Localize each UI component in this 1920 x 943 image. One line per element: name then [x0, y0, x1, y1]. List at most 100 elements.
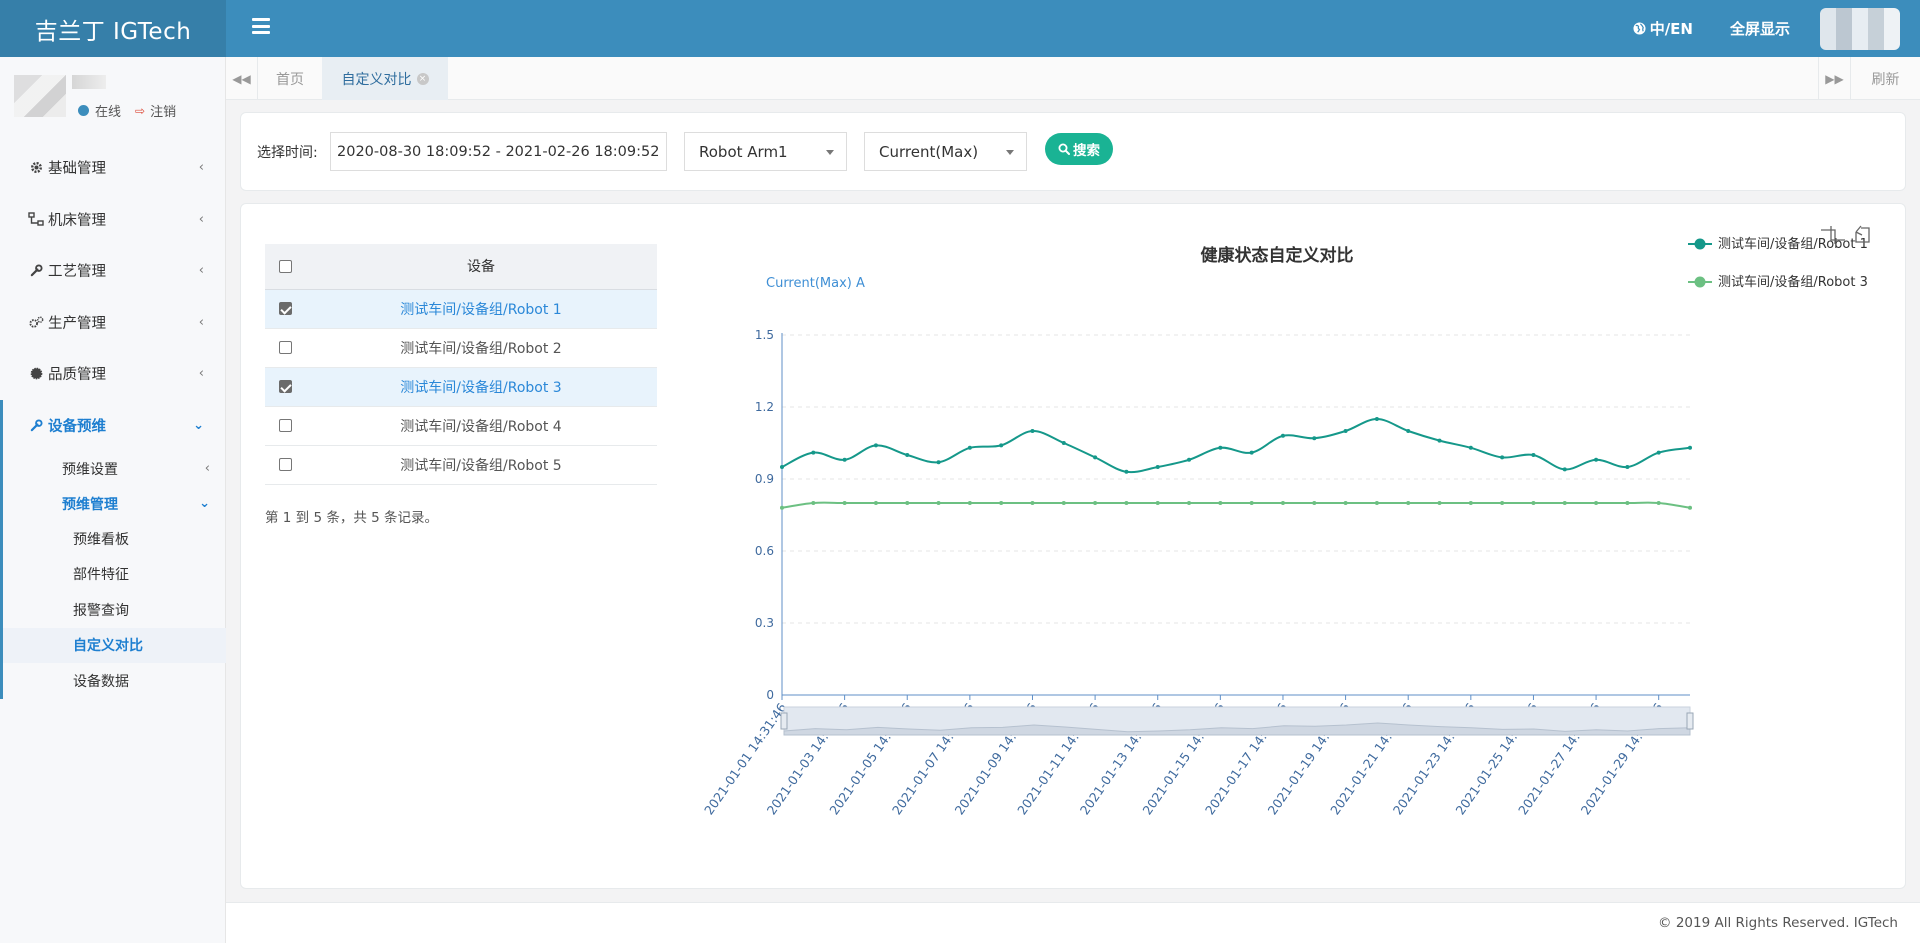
legend-label[interactable]: 测试车间/设备组/Robot 1 [1718, 236, 1868, 252]
series-point[interactable] [1218, 445, 1223, 450]
series-point[interactable] [936, 501, 941, 505]
sidebar-item-machine[interactable]: 机床管理 ‹ [0, 194, 226, 246]
sidebar-item-basic[interactable]: 基础管理 ‹ [0, 142, 226, 194]
series-point[interactable] [1531, 501, 1536, 505]
sidebar-item-maint-settings[interactable]: 预维设置 ‹ [3, 451, 226, 486]
slider-handle-left[interactable] [780, 712, 788, 730]
series-point[interactable] [1594, 501, 1599, 505]
series-point[interactable] [1343, 501, 1348, 505]
series-point[interactable] [1656, 450, 1661, 455]
series-point[interactable] [1374, 417, 1379, 421]
sidebar-item-process[interactable]: 工艺管理 ‹ [0, 245, 226, 297]
series-point[interactable] [999, 443, 1004, 448]
series-point[interactable] [1562, 501, 1567, 505]
series-point[interactable] [1124, 501, 1129, 505]
sidebar-toggle-icon[interactable] [252, 18, 270, 34]
page-tabs: ◀◀ 首页 自定义对比 × ▶▶ 刷新 [226, 57, 1920, 100]
series-point[interactable] [1625, 465, 1630, 469]
series-point[interactable] [1374, 501, 1379, 505]
series-point[interactable] [1093, 455, 1098, 460]
series-point[interactable] [1406, 429, 1411, 433]
sidebar-item-part-features[interactable]: 部件特征 [3, 557, 226, 593]
series-point[interactable] [1030, 501, 1035, 505]
series-point[interactable] [1061, 441, 1066, 445]
search-button[interactable]: 搜索 [1045, 133, 1113, 165]
tab-scroll-right-icon[interactable]: ▶▶ [1818, 57, 1850, 100]
slider-handle-right[interactable] [1686, 712, 1694, 730]
series-point[interactable] [1187, 457, 1192, 462]
refresh-button[interactable]: 刷新 [1850, 57, 1920, 100]
series-point[interactable] [999, 501, 1004, 505]
sidebar-item-maint-dashboard[interactable]: 预维看板 [3, 521, 226, 557]
series-point[interactable] [1155, 501, 1160, 505]
series-point[interactable] [1312, 501, 1317, 505]
series-point[interactable] [873, 501, 878, 505]
metric-select[interactable]: Current(Max) [864, 132, 1027, 171]
series-point[interactable] [1124, 469, 1129, 474]
maintenance-submenu: 预维设置 ‹ 预维管理 ⌄ 预维看板 部件特征 报警查询 自定义对比 设备数据 [0, 451, 226, 699]
series-point[interactable] [1656, 501, 1661, 505]
series-point[interactable] [1406, 501, 1411, 505]
series-point[interactable] [1249, 501, 1254, 505]
tab-home[interactable]: 首页 [276, 57, 304, 100]
cogs-icon [28, 314, 44, 330]
series-point[interactable] [1187, 501, 1192, 505]
series-point[interactable] [1468, 445, 1473, 450]
series-point[interactable] [873, 443, 878, 448]
series-point[interactable] [1155, 465, 1160, 469]
sidebar-item-maint-management[interactable]: 预维管理 ⌄ [3, 486, 226, 521]
series-point[interactable] [1437, 438, 1442, 443]
logout-link[interactable]: 注销 [150, 101, 176, 120]
series-point[interactable] [936, 460, 941, 465]
series-point[interactable] [780, 465, 784, 469]
series-point[interactable] [1594, 457, 1599, 462]
series-point[interactable] [842, 501, 847, 505]
series-point[interactable] [1500, 455, 1505, 460]
user-avatar-menu[interactable] [1820, 7, 1900, 50]
series-point[interactable] [1688, 505, 1692, 510]
legend-label[interactable]: 测试车间/设备组/Robot 3 [1718, 274, 1868, 290]
robot-select[interactable]: Robot Arm1 [684, 132, 847, 171]
series-point[interactable] [842, 457, 847, 462]
sidebar-item-device-data[interactable]: 设备数据 [3, 663, 226, 699]
series-point[interactable] [780, 505, 784, 510]
series-point[interactable] [1312, 436, 1317, 441]
series-point[interactable] [1218, 501, 1223, 505]
y-tick-label: 1.2 [755, 400, 774, 414]
series-point[interactable] [905, 453, 910, 457]
series-point[interactable] [1249, 450, 1254, 455]
series-point[interactable] [811, 501, 816, 505]
series-point[interactable] [1468, 501, 1473, 505]
language-switch[interactable]: 中/EN [1633, 18, 1693, 39]
series-point[interactable] [1625, 501, 1630, 505]
brand-logo[interactable]: 吉兰丁 IGTech [0, 0, 226, 57]
sidebar-item-quality[interactable]: 品质管理 ‹ [0, 348, 226, 400]
tab-custom-compare[interactable]: 自定义对比 × [322, 57, 448, 100]
series-point[interactable] [1437, 501, 1442, 505]
tab-scroll-left-icon[interactable]: ◀◀ [226, 57, 258, 100]
series-point[interactable] [811, 450, 816, 455]
series-point[interactable] [1280, 433, 1285, 438]
sidebar-item-maintenance[interactable]: 设备预维 ⌄ [0, 399, 226, 451]
series-point[interactable] [1061, 501, 1066, 505]
date-range-input[interactable] [330, 132, 667, 171]
series-point[interactable] [905, 501, 910, 505]
fullscreen-button[interactable]: 全屏显示 [1730, 18, 1790, 39]
sidebar-item-alarm-query[interactable]: 报警查询 [3, 592, 226, 628]
sidebar-item-custom-compare[interactable]: 自定义对比 [3, 627, 226, 663]
logout-icon[interactable]: ⇨ [135, 104, 145, 118]
series-point[interactable] [967, 501, 972, 505]
sidebar-item-production[interactable]: 生产管理 ‹ [0, 297, 226, 349]
series-point[interactable] [1093, 501, 1098, 505]
metric-select-value: Current(Max) [879, 142, 979, 161]
series-point[interactable] [1500, 501, 1505, 505]
series-point[interactable] [1562, 467, 1567, 472]
series-point[interactable] [967, 445, 972, 450]
series-point[interactable] [1280, 501, 1285, 505]
series-point[interactable] [1688, 445, 1692, 450]
series-point[interactable] [1531, 453, 1536, 457]
chevron-left-icon: ‹ [198, 160, 204, 176]
close-icon[interactable]: × [416, 72, 429, 85]
series-point[interactable] [1030, 429, 1035, 433]
series-point[interactable] [1343, 429, 1348, 433]
